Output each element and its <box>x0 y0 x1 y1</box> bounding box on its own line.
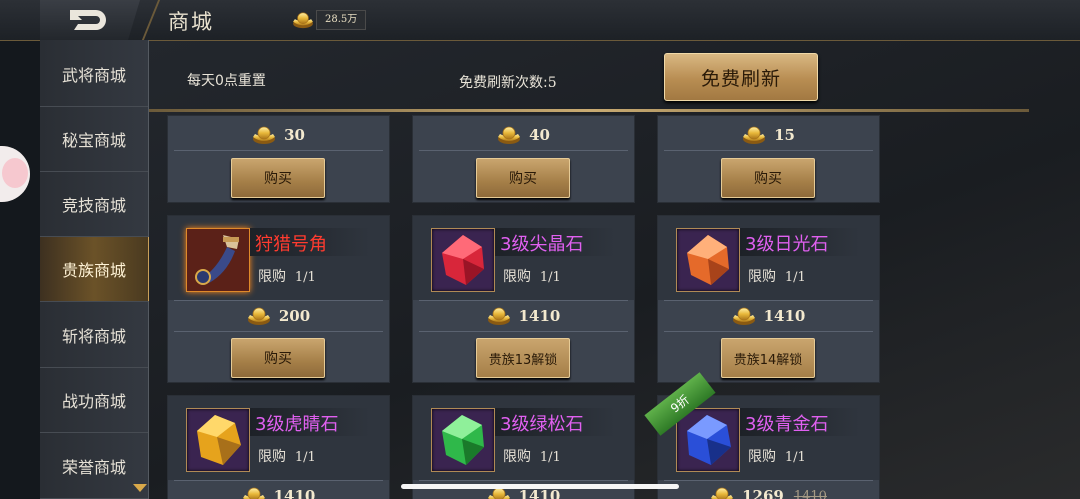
free-refresh-number: 5 <box>547 75 557 91</box>
item-frame <box>186 408 250 472</box>
home-indicator[interactable] <box>401 484 679 489</box>
gold-ingot-icon <box>497 125 521 145</box>
back-button[interactable] <box>40 0 140 40</box>
purchase-limit: 限购 1/1 <box>503 266 561 286</box>
purchase-limit-value: 1/1 <box>294 270 316 285</box>
shop-sidebar: 武将商城 秘宝商城 竞技商城 贵族商城 斩将商城 战功商城 荣誉商城 <box>40 40 151 499</box>
purchase-limit: 限购 1/1 <box>503 446 561 466</box>
gold-ingot-icon <box>242 486 266 499</box>
gold-ingot-icon <box>252 125 276 145</box>
item-frame <box>676 408 740 472</box>
item-price: 40 <box>413 120 634 150</box>
currency-display: 28.5万 <box>292 9 367 31</box>
item-name: 3级绿松石 <box>500 414 584 435</box>
gold-ingot-icon <box>710 486 734 499</box>
item-name: 3级青金石 <box>745 414 829 435</box>
purchase-limit-label: 限购 <box>258 269 286 285</box>
item-frame <box>431 228 495 292</box>
purchase-limit: 限购 1/1 <box>258 266 316 286</box>
page-title: 商城 <box>168 10 214 34</box>
shop-item-card: 30 购买 <box>167 115 390 203</box>
original-price: 1410 <box>793 488 827 499</box>
gold-ingot-icon <box>742 125 766 145</box>
green-gem-icon <box>442 415 484 465</box>
purchase-limit-label: 限购 <box>748 269 776 285</box>
card-divider <box>419 150 628 151</box>
card-divider <box>664 150 873 151</box>
gold-ingot-icon <box>487 306 511 326</box>
item-price: 200 <box>168 301 389 331</box>
item-name: 3级虎睛石 <box>255 414 339 435</box>
purchase-limit: 限购 1/1 <box>748 446 806 466</box>
sidebar-item-general-shop[interactable]: 武将商城 <box>40 42 148 107</box>
buy-button[interactable]: 购买 <box>721 158 815 198</box>
item-price: 1269 1410 <box>658 481 879 499</box>
currency-amount: 28.5万 <box>316 10 367 30</box>
shop-item-card: 15 购买 <box>657 115 880 203</box>
sidebar-item-noble-shop[interactable]: 贵族商城 <box>40 237 151 302</box>
orange-gem-icon <box>687 235 729 285</box>
back-arrow-icon <box>70 10 106 30</box>
title-separator <box>141 0 161 40</box>
purchase-limit-value: 1/1 <box>294 450 316 465</box>
item-price: 30 <box>168 120 389 150</box>
sidebar-item-treasure-shop[interactable]: 秘宝商城 <box>40 107 148 172</box>
reset-time-text: 每天0点重置 <box>187 73 266 89</box>
hunting-horn-icon <box>187 229 249 291</box>
item-frame <box>186 228 250 292</box>
gold-ingot-icon <box>292 11 314 29</box>
header-divider <box>149 109 1029 112</box>
purchase-limit-value: 1/1 <box>539 450 561 465</box>
shop-item-card: 3级尖晶石 限购 1/1 1410 贵族13解锁 <box>412 215 635 383</box>
unlock-requirement-button[interactable]: 贵族13解锁 <box>476 338 570 378</box>
buy-button[interactable]: 购买 <box>231 338 325 378</box>
purchase-limit: 限购 1/1 <box>748 266 806 286</box>
mascot-icon <box>2 158 28 188</box>
buy-button[interactable]: 购买 <box>476 158 570 198</box>
gold-ingot-icon <box>247 306 271 326</box>
card-divider <box>174 150 383 151</box>
purchase-limit-value: 1/1 <box>784 270 806 285</box>
purchase-limit-label: 限购 <box>748 449 776 465</box>
shop-item-card: 3级日光石 限购 1/1 1410 贵族14解锁 <box>657 215 880 383</box>
sidebar-item-merit-shop[interactable]: 战功商城 <box>40 368 148 433</box>
item-name: 3级日光石 <box>745 234 829 255</box>
purchase-limit: 限购 1/1 <box>258 446 316 466</box>
free-refresh-label: 免费刷新次数: <box>459 75 548 91</box>
yellow-gem-icon <box>197 415 241 465</box>
shop-item-card: 3级虎睛石 限购 1/1 1410 <box>167 395 390 499</box>
floating-assistant-button[interactable] <box>0 146 30 202</box>
item-price: 1410 <box>168 481 389 499</box>
shop-item-card: 狩猎号角 限购 1/1 200 购买 <box>167 215 390 383</box>
shop-main-panel: 每天0点重置 免费刷新次数:5 免费刷新 30 购买 40 购买 15 购买 狩… <box>149 41 1080 499</box>
purchase-limit-label: 限购 <box>258 449 286 465</box>
item-frame <box>431 408 495 472</box>
gold-ingot-icon <box>732 306 756 326</box>
sidebar-item-arena-shop[interactable]: 竞技商城 <box>40 172 148 237</box>
purchase-limit-label: 限购 <box>503 449 531 465</box>
unlock-requirement-button[interactable]: 贵族14解锁 <box>721 338 815 378</box>
item-frame <box>676 228 740 292</box>
item-price: 1410 <box>413 301 634 331</box>
shop-item-card: 40 购买 <box>412 115 635 203</box>
red-gem-icon <box>442 235 484 285</box>
item-price: 1410 <box>658 301 879 331</box>
item-name: 3级尖晶石 <box>500 234 584 255</box>
free-refresh-button[interactable]: 免费刷新 <box>664 53 818 101</box>
buy-button[interactable]: 购买 <box>231 158 325 198</box>
free-refresh-count: 免费刷新次数:5 <box>459 72 557 92</box>
sidebar-item-slay-shop[interactable]: 斩将商城 <box>40 303 148 368</box>
blue-gem-icon <box>687 415 731 465</box>
purchase-limit-label: 限购 <box>503 269 531 285</box>
purchase-limit-value: 1/1 <box>784 450 806 465</box>
item-price: 15 <box>658 120 879 150</box>
item-name: 狩猎号角 <box>255 234 327 255</box>
scroll-down-arrow-icon[interactable] <box>132 482 148 494</box>
top-bar: 商城 28.5万 <box>0 0 1080 41</box>
purchase-limit-value: 1/1 <box>539 270 561 285</box>
